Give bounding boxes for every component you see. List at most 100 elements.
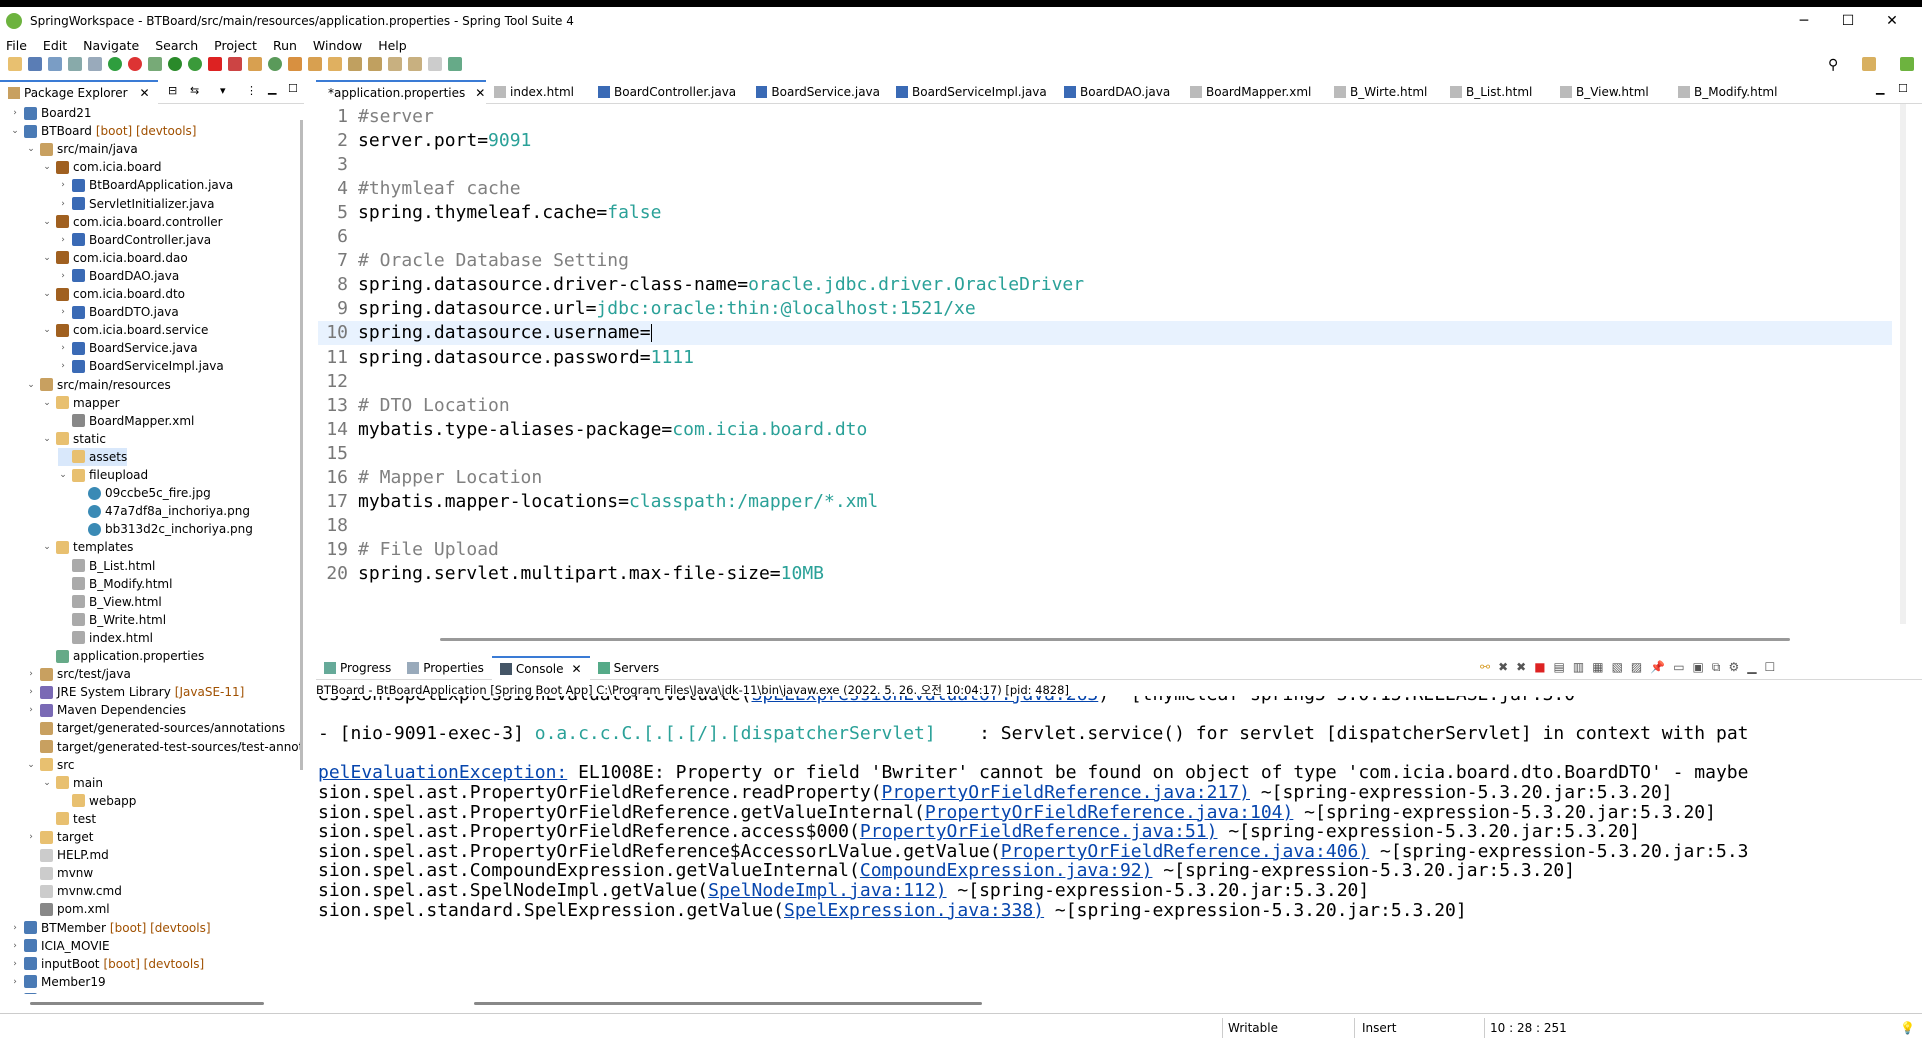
tree-item[interactable]: › BoardServiceImpl.java <box>58 357 224 375</box>
tree-item[interactable]: B_Modify.html <box>58 575 172 593</box>
search-icon[interactable]: ⚲ <box>1828 57 1838 73</box>
stacktrace-link[interactable]: PropertyOrFieldReference.java:104) <box>925 802 1293 823</box>
tree-item[interactable]: ⌄ src <box>26 756 74 774</box>
boot-dashboard-icon[interactable] <box>108 57 122 71</box>
expand-arrow-icon[interactable]: › <box>10 923 20 933</box>
tree-item[interactable]: ⌄ src/main/java <box>26 140 138 158</box>
run-configurations-icon[interactable] <box>188 57 202 71</box>
filter-icon[interactable]: ▾ <box>220 84 226 97</box>
editor-tab[interactable]: B_Modify.html <box>1670 80 1800 104</box>
stacktrace-link[interactable]: PropertyOrFieldReference.java:217) <box>882 782 1250 803</box>
tree-item[interactable]: B_List.html <box>58 557 155 575</box>
lightbulb-icon[interactable]: 💡 <box>1900 1021 1915 1035</box>
external-tools-icon[interactable] <box>228 57 242 71</box>
expand-arrow-icon[interactable]: › <box>58 361 68 371</box>
tree-item[interactable]: ⌄ com.icia.board.service <box>42 321 208 339</box>
save-icon[interactable] <box>28 57 42 71</box>
next-annotation-icon[interactable] <box>348 57 362 71</box>
link-icon[interactable]: ⚯ <box>1480 660 1490 675</box>
editor-line[interactable]: 3 <box>318 152 1892 176</box>
expand-arrow-icon[interactable]: › <box>10 977 20 987</box>
menu-project[interactable]: Project <box>214 38 257 53</box>
console-output[interactable]: ession.SpelExpressionEvaluator.evaluate(… <box>318 696 1906 996</box>
expand-arrow-icon[interactable]: › <box>58 235 68 245</box>
tree-item[interactable]: mvnw <box>26 864 93 882</box>
tree-item[interactable]: › src/test/java <box>26 665 131 683</box>
close-button[interactable]: ✕ <box>1870 7 1914 35</box>
tab-progress[interactable]: Progress <box>316 656 399 680</box>
properties-editor[interactable]: 1 #server 2 server.port=9091 3 4 #thymleaf cac… <box>318 104 1892 634</box>
relaunch-icon[interactable] <box>128 57 142 71</box>
expand-arrow-icon[interactable]: ⌄ <box>42 325 52 335</box>
tree-item[interactable]: ⌄ com.icia.board.controller <box>42 213 222 231</box>
editor-line[interactable]: 16 # Mapper Location <box>318 466 1892 490</box>
maximize-view-icon[interactable]: ☐ <box>288 82 298 95</box>
tree-item[interactable]: B_Write.html <box>58 611 166 629</box>
stacktrace-link[interactable]: SpelExpression.java:338) <box>784 900 1044 921</box>
tree-item[interactable]: ⌄ com.icia.board.dao <box>42 249 187 267</box>
editor-line[interactable]: 19 # File Upload <box>318 538 1892 562</box>
show-on-output-icon[interactable]: ▧ <box>1612 660 1623 675</box>
expand-arrow-icon[interactable]: ⌄ <box>58 470 68 480</box>
expand-arrow-icon[interactable]: ⌄ <box>42 434 52 444</box>
last-edit-location-icon[interactable] <box>388 57 402 71</box>
panel-maximize-icon[interactable]: ☐ <box>1764 660 1775 675</box>
editor-v-scrollbar[interactable] <box>1900 104 1906 624</box>
expand-arrow-icon[interactable]: › <box>58 307 68 317</box>
editor-line[interactable]: 10 spring.datasource.username= <box>318 320 1892 345</box>
editor-line[interactable]: 20 spring.servlet.multipart.max-file-size… <box>318 562 1892 586</box>
view-menu-icon[interactable]: ⋮ <box>246 84 257 97</box>
stacktrace-link[interactable]: SpELExpressionEvaluator.java:263 <box>751 696 1098 705</box>
tree-item[interactable]: › BtBoardApplication.java <box>58 176 233 194</box>
tree-item[interactable]: ⌄ src/main/resources <box>26 376 171 394</box>
tree-item[interactable]: application.properties <box>42 647 204 665</box>
tree-item[interactable]: › BoardService.java <box>58 339 197 357</box>
stop-icon[interactable] <box>208 57 222 71</box>
minimize-button[interactable]: ─ <box>1782 7 1826 35</box>
expand-arrow-icon[interactable]: ⌄ <box>26 144 36 154</box>
menu-file[interactable]: File <box>6 38 27 53</box>
close-icon[interactable]: ✕ <box>475 86 485 100</box>
menu-navigate[interactable]: Navigate <box>83 38 139 53</box>
tree-item[interactable]: HELP.md <box>26 846 109 864</box>
remove-launch-icon[interactable]: ✖ <box>1498 660 1508 675</box>
editor-line[interactable]: 15 <box>318 441 1892 465</box>
editor-line[interactable]: 17 mybatis.mapper-locations=classpath:/ma… <box>318 490 1892 514</box>
editor-minimize-icon[interactable]: ▁ <box>1876 82 1884 95</box>
expand-arrow-icon[interactable]: › <box>58 199 68 209</box>
open-type-icon[interactable] <box>288 57 302 71</box>
editor-line[interactable]: 18 <box>318 514 1892 538</box>
tree-item[interactable]: webapp <box>58 792 136 810</box>
tree-item[interactable]: › target <box>26 828 93 846</box>
editor-line[interactable]: 4 #thymleaf cache <box>318 176 1892 200</box>
previous-annotation-icon[interactable] <box>368 57 382 71</box>
skip-breakpoints-icon[interactable] <box>88 57 102 71</box>
run-icon[interactable] <box>168 57 182 71</box>
open-task-icon[interactable] <box>328 57 342 71</box>
tree-item[interactable]: ⌄ com.icia.board <box>42 158 161 176</box>
editor-tab[interactable]: BoardDAO.java <box>1056 80 1182 104</box>
expand-arrow-icon[interactable]: › <box>26 705 36 715</box>
clear-console-icon[interactable]: ▤ <box>1554 660 1565 675</box>
expand-arrow-icon[interactable]: › <box>58 180 68 190</box>
link-editor-icon[interactable]: ⇆ <box>190 84 199 97</box>
expand-arrow-icon[interactable]: › <box>58 271 68 281</box>
back-icon[interactable] <box>408 57 422 71</box>
tree-item[interactable]: ⌄ main <box>42 774 103 792</box>
expand-arrow-icon[interactable]: › <box>58 343 68 353</box>
tree-item[interactable]: target/generated-test-sources/test-annot… <box>26 738 300 756</box>
tree-item[interactable]: › BoardDTO.java <box>58 303 179 321</box>
panel-minimize-icon[interactable]: ▁ <box>1747 660 1756 675</box>
menu-run[interactable]: Run <box>273 38 297 53</box>
minimize-view-icon[interactable]: ▁ <box>268 82 276 95</box>
editor-line[interactable]: 9 spring.datasource.url=jdbc:oracle:thin:… <box>318 297 1892 321</box>
tree-item[interactable]: ⌄ fileupload <box>58 466 148 484</box>
tab-package-explorer[interactable]: Package Explorer ✕ <box>0 79 158 104</box>
stacktrace-link[interactable]: PropertyOrFieldReference.java:406) <box>1001 841 1369 862</box>
tab-properties[interactable]: Properties <box>399 656 492 680</box>
editor-tab[interactable]: BoardServiceImpl.java <box>888 80 1056 104</box>
word-wrap-icon[interactable]: ▦ <box>1592 660 1603 675</box>
tree-item[interactable]: pom.xml <box>26 900 110 918</box>
expand-arrow-icon[interactable]: ⌄ <box>42 778 52 788</box>
expand-arrow-icon[interactable]: ⌄ <box>26 380 36 390</box>
